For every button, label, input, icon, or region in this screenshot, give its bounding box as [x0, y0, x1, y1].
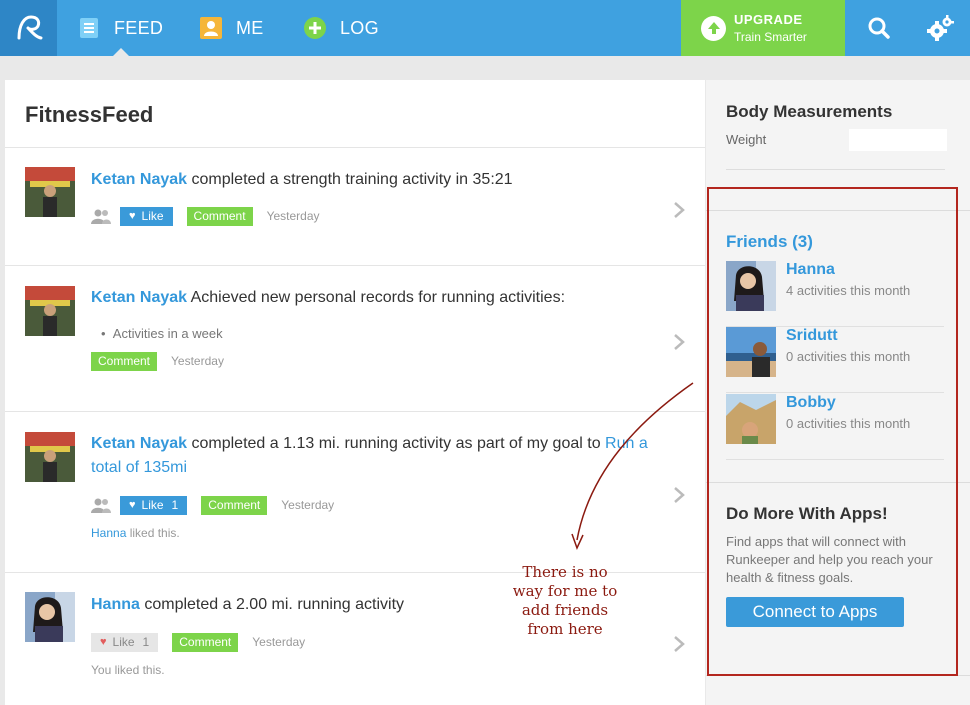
activity-description: completed a 2.00 mi. running activity	[139, 596, 405, 613]
settings-button[interactable]	[926, 14, 954, 42]
search-icon	[868, 17, 890, 39]
timestamp: Yesterday	[171, 354, 224, 368]
divider	[5, 265, 705, 266]
friends-icon	[91, 498, 111, 513]
like-button[interactable]: ♥ Like 1	[120, 495, 188, 515]
divider	[5, 411, 705, 412]
feed-item-actions: ♥ Like Comment Yesterday	[91, 206, 320, 226]
annotation-note: There is no way for me to add friends fr…	[512, 563, 618, 638]
chevron-right-icon[interactable]	[672, 634, 686, 654]
feed-title: FitnessFeed	[25, 102, 154, 127]
nav-log[interactable]: LOG	[304, 0, 379, 56]
runkeeper-logo[interactable]	[0, 0, 57, 56]
comment-button[interactable]: Comment	[91, 351, 158, 371]
avatar-hanna[interactable]	[25, 592, 75, 642]
upgrade-button[interactable]: UPGRADE Train Smarter	[681, 0, 845, 56]
liked-by-text: Hanna liked this.	[91, 526, 180, 540]
timestamp: Yesterday	[281, 498, 335, 512]
liked-by-text: You liked this.	[91, 663, 165, 677]
gear-icon	[927, 15, 954, 41]
like-label: Like	[141, 209, 164, 223]
like-label: Like	[141, 498, 164, 512]
runkeeper-logo-icon	[17, 15, 42, 40]
feed-item-actions: ♥ Like 1 Comment Yesterday	[91, 632, 305, 652]
chevron-right-icon[interactable]	[672, 200, 686, 220]
feed-item-text: Ketan Nayak Achieved new personal record…	[91, 286, 651, 310]
record-text: Activities in a week	[112, 326, 223, 341]
like-label: Like	[112, 635, 135, 649]
top-nav: FEED ME LOG UPGRADE Train Smarter	[0, 0, 970, 56]
arrow-up-icon	[701, 15, 726, 41]
avatar-ketan[interactable]	[25, 286, 75, 336]
activity-description: completed a strength training activity i…	[187, 171, 513, 188]
nav-log-label: LOG	[340, 17, 379, 38]
like-button[interactable]: ♥ Like 1	[91, 632, 159, 652]
upgrade-subtitle: Train Smarter	[734, 30, 807, 44]
weight-field[interactable]	[849, 129, 947, 151]
comment-button[interactable]: Comment	[186, 206, 253, 226]
feed-icon	[78, 17, 100, 39]
upgrade-title: UPGRADE	[734, 12, 803, 27]
user-name-link[interactable]: Hanna	[91, 596, 140, 613]
weight-label: Weight	[726, 132, 767, 147]
heart-icon: ♥	[129, 210, 136, 222]
timestamp: Yesterday	[266, 209, 320, 223]
feed-item-actions: ♥ Like 1 Comment Yesterday	[91, 495, 334, 515]
nav-feed-label: FEED	[114, 17, 164, 38]
feed-item-actions: Comment Yesterday	[91, 351, 224, 371]
search-button[interactable]	[866, 16, 894, 40]
nav-me[interactable]: ME	[200, 0, 264, 56]
like-count: 1	[142, 635, 150, 649]
active-tab-caret	[113, 48, 129, 56]
profile-icon	[200, 17, 222, 39]
heart-icon: ♥	[129, 499, 136, 511]
comment-button[interactable]: Comment	[201, 495, 268, 515]
plus-icon	[304, 17, 326, 39]
user-name-link[interactable]: Ketan Nayak	[91, 289, 187, 306]
avatar-ketan[interactable]	[25, 167, 75, 217]
activity-description: Achieved new personal records for runnin…	[187, 289, 566, 306]
like-button[interactable]: ♥ Like	[120, 206, 173, 226]
chevron-right-icon[interactable]	[672, 332, 686, 352]
annotation-highlight-box	[707, 187, 958, 676]
user-name-link[interactable]: Ketan Nayak	[91, 435, 187, 452]
like-count: 1	[171, 498, 179, 512]
feed-item-text: Ketan Nayak completed a strength trainin…	[91, 168, 651, 192]
nav-me-label: ME	[236, 17, 264, 38]
comment-button[interactable]: Comment	[172, 632, 239, 652]
liked-by-name-link[interactable]: Hanna	[91, 526, 126, 540]
liked-by-suffix: liked this.	[126, 526, 180, 540]
feed-item-text: Ketan Nayak completed a 1.13 mi. running…	[91, 432, 651, 480]
user-name-link[interactable]: Ketan Nayak	[91, 171, 187, 188]
friends-icon	[91, 209, 111, 224]
body-measurements-title: Body Measurements	[726, 102, 893, 121]
record-bullet: • Activities in a week	[101, 326, 223, 341]
chevron-right-icon[interactable]	[672, 485, 686, 505]
timestamp: Yesterday	[252, 635, 306, 649]
divider	[726, 169, 945, 170]
divider	[5, 147, 705, 148]
avatar-ketan[interactable]	[25, 432, 75, 482]
activity-description: completed a 1.13 mi. running activity as…	[187, 435, 606, 452]
heart-icon: ♥	[100, 636, 107, 648]
